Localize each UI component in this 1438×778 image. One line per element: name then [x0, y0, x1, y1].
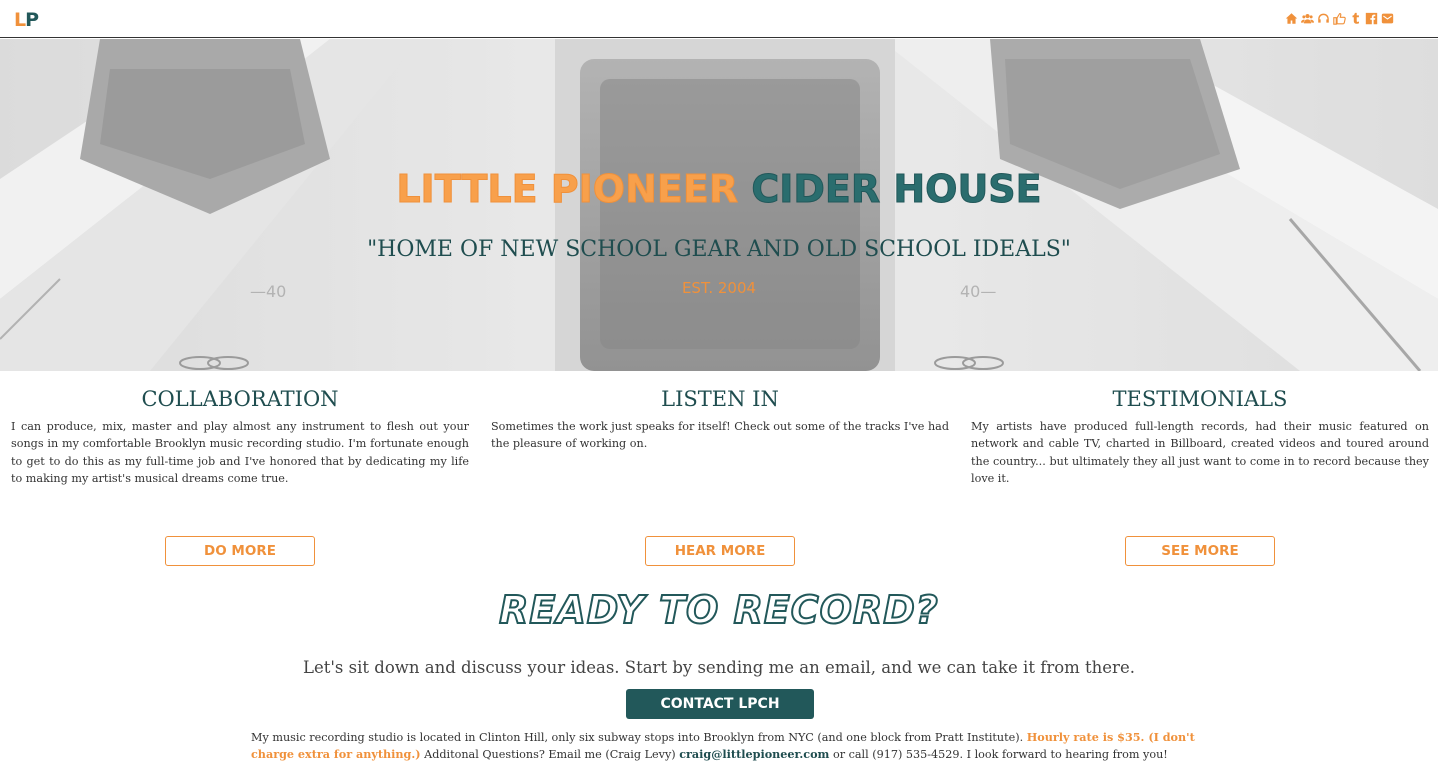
- tumblr-icon[interactable]: [1348, 10, 1362, 26]
- feature-text: I can produce, mix, master and play almo…: [11, 420, 469, 486]
- feature-text: Sometimes the work just speaks for itsel…: [491, 420, 949, 451]
- site-logo[interactable]: LP: [14, 9, 39, 31]
- feature-listen-in: LISTEN IN Sometimes the work just speaks…: [491, 384, 949, 453]
- top-navbar: LP: [0, 0, 1438, 38]
- hero-banner: —40 40— LITTLE PIONEER CIDER HOUSE "HOME…: [0, 39, 1438, 371]
- feature-testimonials: TESTIMONIALS My artists have produced fu…: [971, 384, 1429, 488]
- hero-established: EST. 2004: [681, 279, 757, 297]
- ready-title: READY TO RECORD?: [498, 587, 939, 633]
- email-link[interactable]: craig@littlepioneer.com: [679, 747, 829, 761]
- see-more-button[interactable]: SEE MORE: [1125, 536, 1275, 566]
- do-more-button[interactable]: DO MORE: [165, 536, 315, 566]
- facebook-icon[interactable]: [1364, 10, 1378, 26]
- contact-button[interactable]: CONTACT LPCH: [626, 689, 814, 719]
- headphones-icon[interactable]: [1316, 10, 1330, 26]
- envelope-icon[interactable]: [1380, 10, 1394, 26]
- footer-questions-text: Additonal Questions? Email me (Craig Lev…: [424, 748, 676, 761]
- footer-location-text: My music recording studio is located in …: [251, 731, 1024, 744]
- feature-title: LISTEN IN: [661, 387, 779, 411]
- social-links: [1284, 10, 1394, 26]
- feature-collaboration: COLLABORATION I can produce, mix, master…: [11, 384, 469, 488]
- logo-letter-l: L: [14, 9, 26, 31]
- hero-title-part2: CIDER HOUSE: [751, 167, 1042, 212]
- feature-title: COLLABORATION: [141, 387, 339, 411]
- users-icon[interactable]: [1300, 10, 1314, 26]
- hero-title-part1: LITTLE PIONEER: [396, 167, 739, 212]
- hero-title: LITTLE PIONEER CIDER HOUSE: [0, 167, 1438, 212]
- feature-title: TESTIMONIALS: [1112, 387, 1288, 411]
- hero-subtitle: "HOME OF NEW SCHOOL GEAR AND OLD SCHOOL …: [367, 237, 1071, 262]
- logo-letter-p: P: [25, 9, 39, 31]
- footer-phone-text: or call (917) 535-4529. I look forward t…: [832, 748, 1168, 761]
- thumbs-up-icon[interactable]: [1332, 10, 1346, 26]
- feature-text: My artists have produced full-length rec…: [971, 420, 1429, 486]
- home-icon[interactable]: [1284, 10, 1298, 26]
- footer-info: My music recording studio is located in …: [251, 729, 1211, 763]
- hear-more-button[interactable]: HEAR MORE: [645, 536, 795, 566]
- ready-subtitle: Let's sit down and discuss your ideas. S…: [303, 658, 1135, 677]
